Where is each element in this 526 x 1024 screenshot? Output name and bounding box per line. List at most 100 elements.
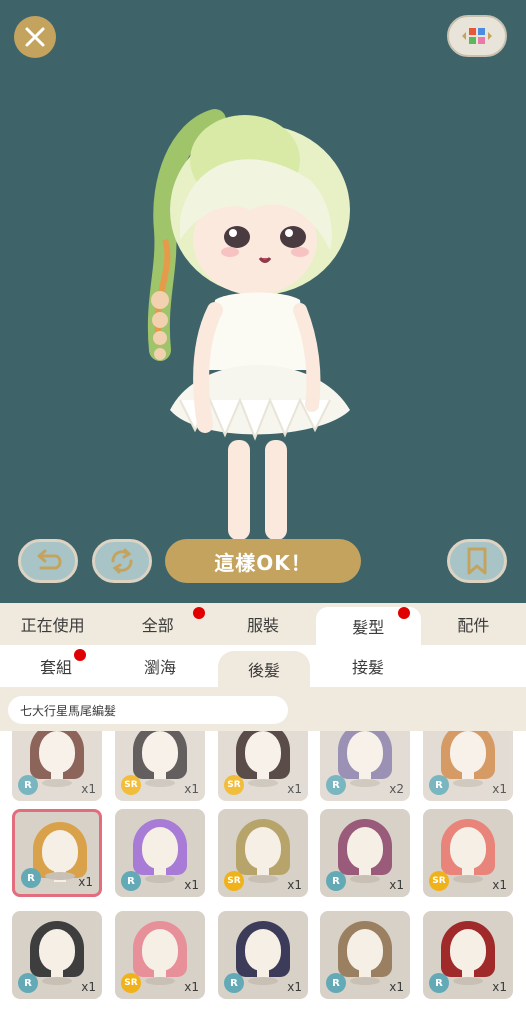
mannequin-head xyxy=(347,731,383,773)
mannequin-head xyxy=(245,731,281,773)
item-grid: Rx1 SR x1 SR x1 Rx2 Rx1 Rx1 Rx1 SR x1 Rx1 SR x1 Rx1 SR x… xyxy=(0,731,526,1024)
confirm-ok-button[interactable]: 這樣OK！ xyxy=(165,539,361,583)
rarity-badge: SR xyxy=(224,775,244,795)
hair-item-card[interactable]: SR x1 xyxy=(115,731,205,801)
tab-all[interactable]: 全部 xyxy=(105,603,210,645)
rarity-badge: SR xyxy=(224,871,244,891)
notification-dot xyxy=(74,649,86,661)
item-quantity: x1 xyxy=(184,878,199,892)
hair-item-card[interactable]: Rx1 xyxy=(423,731,513,801)
tab-label: 髮型 xyxy=(352,618,385,637)
mannequin-stand xyxy=(350,977,380,985)
mannequin-head xyxy=(347,929,383,971)
rarity-badge: R xyxy=(326,871,346,891)
rarity-badge: R xyxy=(18,775,38,795)
subtab-extensions[interactable]: 接髮 xyxy=(322,645,414,687)
item-quantity: x2 xyxy=(389,782,404,796)
rarity-badge: R xyxy=(326,973,346,993)
close-button[interactable] xyxy=(14,16,56,58)
notification-dot xyxy=(397,607,410,619)
subtab-label: 接髮 xyxy=(351,658,384,677)
mannequin-head xyxy=(450,929,486,971)
item-quantity: x1 xyxy=(184,980,199,994)
color-grid-icon xyxy=(462,28,492,44)
randomize-button[interactable] xyxy=(92,539,152,583)
mannequin-head xyxy=(347,827,383,869)
subcategory-tabs: 套組 瀏海 後髮 接髮 xyxy=(0,645,526,687)
hair-item-card[interactable]: Rx1 xyxy=(423,911,513,999)
close-icon xyxy=(25,27,45,47)
mannequin-stand xyxy=(248,875,278,883)
tab-label: 全部 xyxy=(141,616,174,635)
notification-dot xyxy=(193,607,206,619)
item-quantity: x1 xyxy=(492,878,507,892)
item-quantity: x1 xyxy=(492,782,507,796)
mannequin-stand xyxy=(453,875,483,883)
subtab-back-hair[interactable]: 後髮 xyxy=(218,651,310,687)
subtab-label: 後髮 xyxy=(247,661,280,680)
item-quantity: x1 xyxy=(81,782,96,796)
item-quantity: x1 xyxy=(78,875,93,889)
tab-accessories[interactable]: 配件 xyxy=(421,603,526,645)
hair-item-card[interactable]: Rx1 xyxy=(320,911,410,999)
bookmark-button[interactable] xyxy=(447,539,507,583)
item-quantity: x1 xyxy=(287,980,302,994)
avatar-stage: 這樣OK！ xyxy=(0,0,526,603)
rarity-badge: R xyxy=(224,973,244,993)
hair-item-card[interactable]: Rx1 xyxy=(218,911,308,999)
mannequin-stand xyxy=(42,779,72,787)
item-quantity: x1 xyxy=(389,980,404,994)
mannequin-head xyxy=(245,827,281,869)
mannequin-stand xyxy=(145,875,175,883)
hair-item-card[interactable]: SR x1 xyxy=(423,809,513,897)
item-quantity: x1 xyxy=(492,980,507,994)
rarity-badge: R xyxy=(326,775,346,795)
hair-item-card[interactable]: Rx1 xyxy=(12,809,102,897)
character-avatar xyxy=(147,109,350,540)
rarity-badge: R xyxy=(429,973,449,993)
item-quantity: x1 xyxy=(81,980,96,994)
category-tabs: 正在使用 全部 服裝 髮型 配件 xyxy=(0,603,526,645)
mannequin-head xyxy=(245,929,281,971)
mannequin-stand xyxy=(453,779,483,787)
rarity-badge: R xyxy=(18,973,38,993)
undo-button[interactable] xyxy=(18,539,78,583)
mannequin-head xyxy=(39,731,75,773)
hair-item-card[interactable]: Rx1 xyxy=(12,911,102,999)
subtab-label: 套組 xyxy=(39,658,72,677)
wardrobe-panel: 正在使用 全部 服裝 髮型 配件 套組 瀏海 後髮 接髮 七大行星馬尾編髮 R … xyxy=(0,603,526,1024)
hair-item-card[interactable]: Rx1 xyxy=(12,731,102,801)
set-filter-label[interactable]: 七大行星馬尾編髮 xyxy=(8,696,288,724)
mannequin-stand xyxy=(145,977,175,985)
layout-toggle-button[interactable] xyxy=(447,15,507,57)
tab-in-use[interactable]: 正在使用 xyxy=(0,603,105,645)
rarity-badge: SR xyxy=(429,871,449,891)
hair-item-card[interactable]: SR x1 xyxy=(218,809,308,897)
mannequin-head xyxy=(142,731,178,773)
hair-item-card[interactable]: Rx1 xyxy=(115,809,205,897)
item-quantity: x1 xyxy=(287,878,302,892)
hair-item-card[interactable]: Rx2 xyxy=(320,731,410,801)
tab-clothing[interactable]: 服裝 xyxy=(210,603,315,645)
mannequin-stand xyxy=(145,779,175,787)
hair-item-card[interactable]: SR x1 xyxy=(115,911,205,999)
filter-bar: 七大行星馬尾編髮 xyxy=(0,687,526,731)
subtab-bangs[interactable]: 瀏海 xyxy=(114,645,206,687)
hair-item-card[interactable]: SR x1 xyxy=(218,731,308,801)
rarity-badge: SR xyxy=(121,775,141,795)
rarity-badge: R xyxy=(21,868,41,888)
subtab-set[interactable]: 套組 xyxy=(10,645,102,687)
mannequin-head xyxy=(142,929,178,971)
item-quantity: x1 xyxy=(389,878,404,892)
hair-item-card[interactable]: Rx1 xyxy=(320,809,410,897)
tab-label: 服裝 xyxy=(247,616,280,635)
mannequin-head xyxy=(450,827,486,869)
mannequin-stand xyxy=(350,875,380,883)
mannequin-head xyxy=(39,929,75,971)
undo-icon xyxy=(37,549,62,570)
tab-hairstyle[interactable]: 髮型 xyxy=(315,607,421,645)
mannequin-head xyxy=(142,827,178,869)
mannequin-stand xyxy=(45,872,75,880)
item-quantity: x1 xyxy=(287,782,302,796)
mannequin-head xyxy=(450,731,486,773)
